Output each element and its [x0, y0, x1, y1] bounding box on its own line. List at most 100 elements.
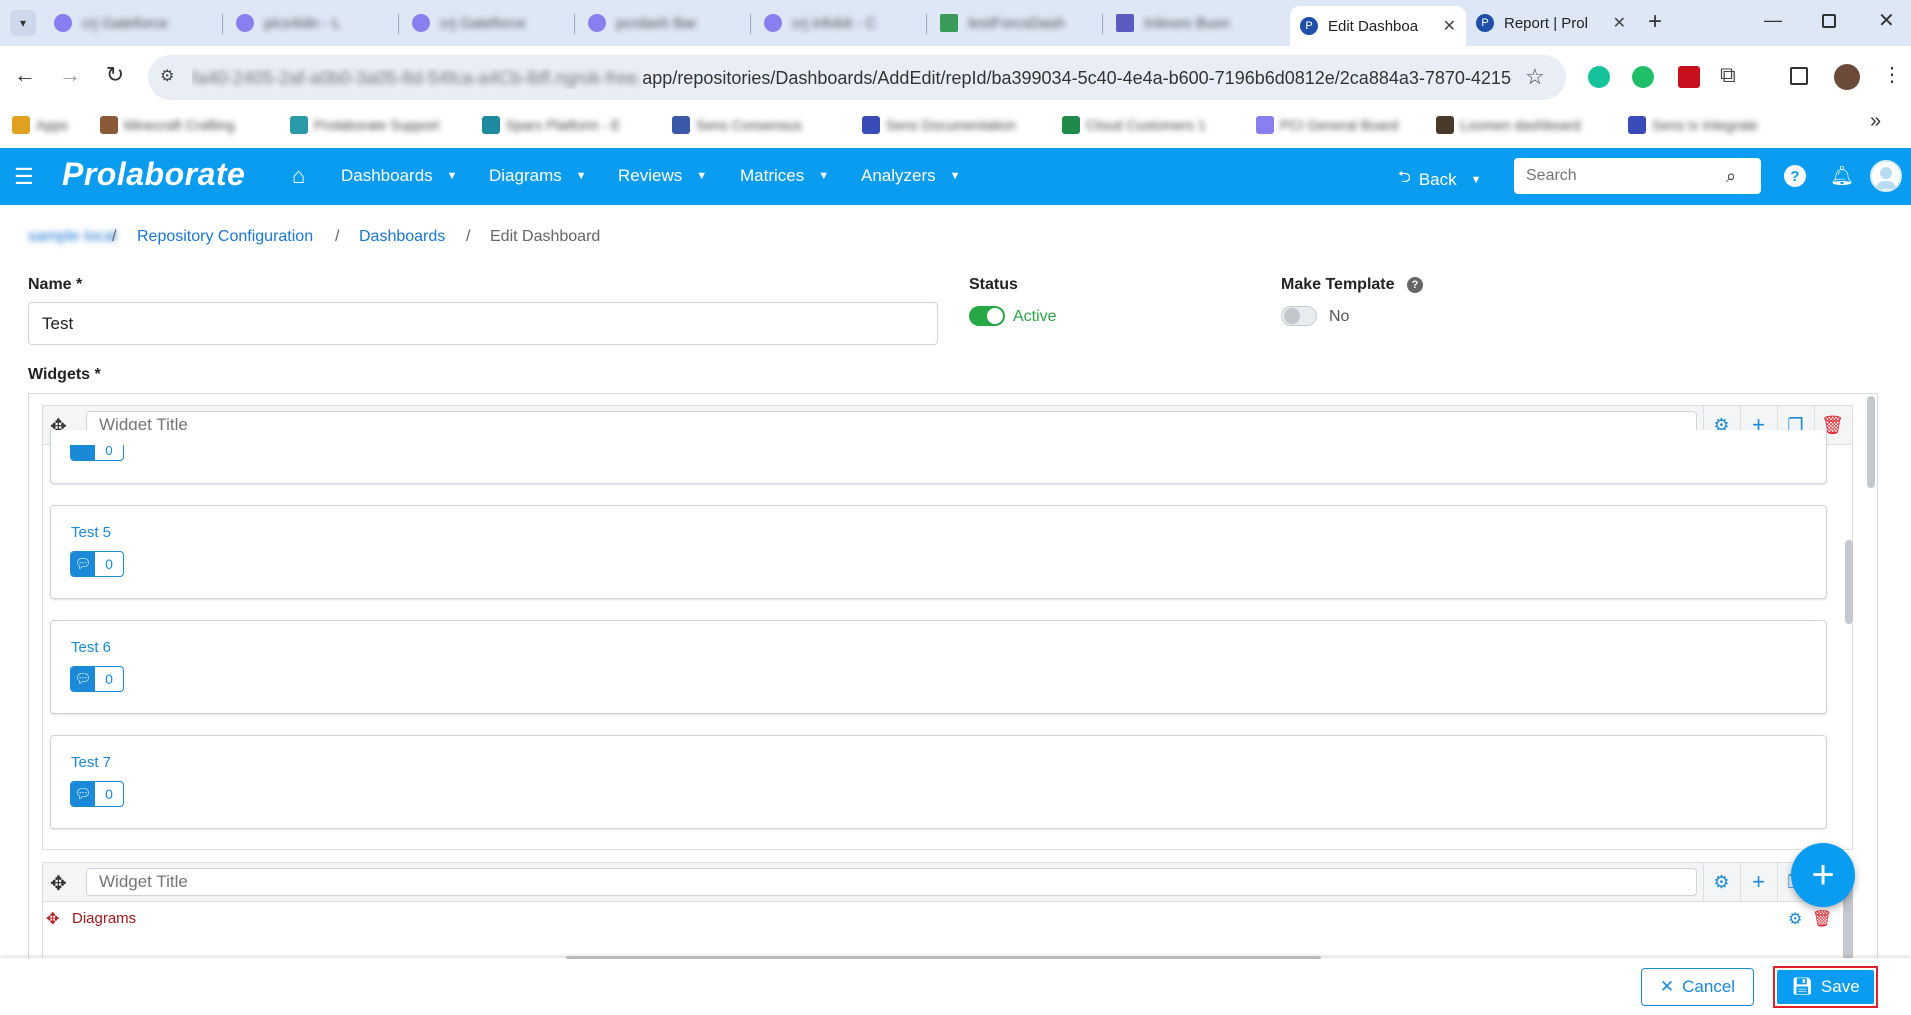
- widgets-label: Widgets *: [28, 366, 101, 383]
- sync-extension-icon[interactable]: [1632, 66, 1654, 88]
- comment-count-badge[interactable]: 💬︎ 0: [70, 551, 124, 577]
- side-panel-icon[interactable]: [1790, 67, 1808, 85]
- widget-settings-gear-icon[interactable]: ⚙: [1703, 862, 1739, 902]
- prolaborate-favicon-icon: P: [1476, 14, 1494, 32]
- search-icon[interactable]: ⌕: [1726, 166, 1736, 187]
- menu-reviews[interactable]: Reviews ▼: [618, 166, 707, 186]
- home-icon[interactable]: ⌂: [292, 163, 305, 189]
- extensions-puzzle-icon[interactable]: ⧉: [1720, 62, 1736, 88]
- close-tab-icon[interactable]: ✕: [1613, 13, 1626, 33]
- comment-count-badge[interactable]: 0: [70, 445, 124, 461]
- bookmark-item[interactable]: PCI General Board: [1256, 113, 1398, 137]
- tab-search-icon[interactable]: ▾: [10, 10, 36, 36]
- url-text: fa40-2405-2af-a0b0-3a05-8d-54fca-a4Cb-lb…: [192, 68, 1512, 88]
- back-arrow-icon[interactable]: ←: [10, 62, 40, 88]
- menu-diagrams[interactable]: Diagrams ▼: [489, 166, 587, 186]
- app-logo[interactable]: Prolaborate: [62, 156, 245, 193]
- make-template-toggle[interactable]: [1281, 306, 1317, 326]
- bookmark-item[interactable]: Minecraft Crafting: [100, 113, 234, 137]
- tab-favicon-icon: [588, 14, 606, 32]
- section-settings-gear-icon[interactable]: ⚙: [1788, 909, 1802, 929]
- bookmark-favicon-icon: [672, 116, 690, 134]
- widget-item-card: [50, 505, 1827, 599]
- breadcrumb-separator: /: [335, 228, 340, 245]
- close-tab-icon[interactable]: ✕: [1443, 16, 1456, 36]
- help-tooltip-icon[interactable]: ?: [1407, 277, 1423, 293]
- restore-window-icon[interactable]: [1822, 14, 1836, 28]
- browser-tab[interactable]: crj Gateforce: [44, 6, 212, 40]
- search-input[interactable]: [1514, 158, 1761, 194]
- page-scrollbar-thumb[interactable]: [1867, 396, 1875, 488]
- add-widget-fab[interactable]: +: [1791, 843, 1855, 907]
- comment-count-badge[interactable]: 💬︎ 0: [70, 666, 124, 692]
- drag-move-icon[interactable]: ✥: [46, 909, 59, 929]
- forward-arrow-icon[interactable]: →: [55, 62, 85, 88]
- drag-move-icon[interactable]: ✥: [50, 871, 67, 896]
- pdf-extension-icon[interactable]: [1678, 66, 1700, 88]
- breadcrumb-repository[interactable]: sample local: [28, 228, 117, 246]
- back-button[interactable]: ⮌ Back ▼: [1398, 166, 1482, 193]
- status-toggle[interactable]: [969, 306, 1005, 326]
- bookmark-item[interactable]: Cloud Customers 1: [1062, 113, 1206, 137]
- widget-title-input[interactable]: [86, 868, 1697, 896]
- user-avatar[interactable]: [1870, 160, 1902, 192]
- profile-avatar[interactable]: [1834, 64, 1860, 90]
- close-window-icon[interactable]: ✕: [1878, 8, 1895, 33]
- menu-analyzers[interactable]: Analyzers ▼: [861, 166, 961, 186]
- browser-tab[interactable]: crj Gateforce: [402, 6, 570, 40]
- floppy-disk-icon: 💾︎: [1791, 977, 1813, 996]
- form-footer: [0, 958, 1911, 1015]
- browser-tab[interactable]: pcrdash Bar: [578, 6, 746, 40]
- browser-tab-active[interactable]: P Edit Dashboa ✕: [1290, 6, 1466, 46]
- notification-bell-icon[interactable]: 🔔︎: [1830, 164, 1854, 188]
- breadcrumb-dashboards[interactable]: Dashboards: [359, 228, 445, 246]
- caret-down-icon: ▼: [446, 170, 458, 182]
- menu-matrices[interactable]: Matrices ▼: [740, 166, 829, 186]
- save-button[interactable]: 💾︎ Save: [1777, 970, 1874, 1004]
- menu-dashboards[interactable]: Dashboards ▼: [341, 166, 458, 186]
- widget-item-title[interactable]: Test 6: [71, 639, 111, 656]
- bookmark-item[interactable]: Apps: [12, 113, 68, 137]
- horizontal-scrollbar-thumb[interactable]: [566, 956, 1321, 959]
- comment-count-badge[interactable]: 💬︎ 0: [70, 781, 124, 807]
- bookmark-item[interactable]: Sens Documentation: [862, 113, 1016, 137]
- widget-item-title[interactable]: Test 7: [71, 754, 111, 771]
- reload-icon[interactable]: ↻: [100, 62, 130, 88]
- bookmark-favicon-icon: [290, 116, 308, 134]
- add-widget-plus-icon[interactable]: +: [1740, 862, 1776, 902]
- site-info-icon[interactable]: ⚙: [160, 66, 174, 86]
- bookmark-item[interactable]: Sens Ix Integrate: [1628, 113, 1758, 137]
- cancel-button[interactable]: ✕ Cancel: [1641, 968, 1754, 1006]
- tab-favicon-icon: [412, 14, 430, 32]
- browser-tab[interactable]: pics4idn - L: [226, 6, 394, 40]
- widget-item-card: [50, 620, 1827, 714]
- browser-tab[interactable]: testForcsDash: [930, 6, 1098, 40]
- new-tab-button[interactable]: +: [1648, 8, 1662, 36]
- browser-menu-icon[interactable]: ⋮: [1882, 62, 1902, 87]
- section-delete-trash-icon[interactable]: 🗑︎: [1812, 909, 1832, 929]
- make-template-label: Make Template: [1281, 276, 1395, 293]
- help-icon[interactable]: ?: [1784, 165, 1806, 187]
- browser-tab[interactable]: Inlexes Busn: [1106, 6, 1282, 40]
- hamburger-menu-icon[interactable]: ☰: [14, 164, 34, 190]
- bookmark-item[interactable]: Loomen dashboard: [1436, 113, 1581, 137]
- tab-favicon-icon: [54, 14, 72, 32]
- grammarly-extension-icon[interactable]: [1588, 66, 1610, 88]
- caret-down-icon: ▼: [818, 170, 830, 182]
- widget-scrollbar-thumb[interactable]: [1845, 540, 1853, 624]
- name-label: Name *: [28, 276, 83, 293]
- minimize-window-icon[interactable]: —: [1764, 10, 1782, 31]
- bookmark-item[interactable]: Sparx Platform - E: [482, 113, 620, 137]
- bookmark-item[interactable]: Prolaborate Support: [290, 113, 439, 137]
- browser-tab[interactable]: crj infobit - C: [754, 6, 922, 40]
- bookmark-star-icon[interactable]: ☆: [1525, 64, 1545, 90]
- more-bookmarks-icon[interactable]: »: [1870, 110, 1881, 133]
- name-input[interactable]: [28, 302, 938, 345]
- breadcrumb-repository-configuration[interactable]: Repository Configuration: [137, 228, 313, 246]
- caret-down-icon: ▼: [949, 170, 961, 182]
- widget-section-title[interactable]: Diagrams: [72, 910, 136, 927]
- browser-tab-strip: ▾ crj Gateforce pics4idn - L crj Gatefor…: [0, 0, 1911, 46]
- widget-item-title[interactable]: Test 5: [71, 524, 111, 541]
- bookmark-item[interactable]: Sens Consensus: [672, 113, 802, 137]
- browser-tab[interactable]: P Report | Prol ✕: [1466, 6, 1636, 40]
